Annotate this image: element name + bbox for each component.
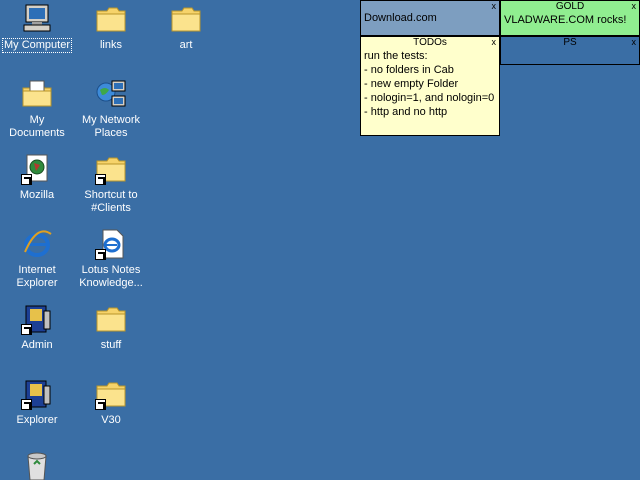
shortcut-arrow-icon [95, 174, 106, 185]
desktop-icon-art[interactable]: art [149, 3, 223, 52]
desktop-icon-my-network-places[interactable]: My Network Places [74, 78, 148, 140]
folder-icon [95, 3, 127, 35]
shortcut-arrow-icon [21, 174, 32, 185]
network-icon [95, 78, 127, 110]
admin-book-icon [21, 303, 53, 335]
desktop-icon-mozilla[interactable]: Mozilla [0, 153, 74, 202]
note-line: - http and no http [364, 106, 448, 118]
shortcut-arrow-icon [95, 399, 106, 410]
desktop-icon-my-computer[interactable]: My Computer [0, 3, 74, 53]
documents-folder-icon [21, 78, 53, 110]
note-line: - nologin=1, and nologin=0 [364, 92, 495, 104]
folder-icon [95, 303, 127, 335]
desktop-icon-recycle-bin[interactable] [0, 452, 74, 480]
desktop-icon-label: Lotus Notes Knowledge... [79, 264, 143, 289]
note-close-button[interactable]: x [632, 37, 637, 47]
desktop-icon-label: V30 [101, 414, 121, 426]
note-line: run the tests: [364, 50, 428, 62]
desktop-icon-lotus-notes[interactable]: Lotus Notes Knowledge... [74, 228, 148, 290]
desktop-icon-label: My Computer [1, 38, 73, 53]
note-body: Download.com [364, 12, 437, 24]
mozilla-icon [21, 153, 53, 185]
desktop-icon-my-documents[interactable]: My Documents [0, 78, 74, 140]
folder-icon [170, 3, 202, 35]
shortcut-arrow-icon [95, 249, 106, 260]
recycle-bin-icon [21, 452, 53, 480]
note-close-button[interactable]: x [492, 37, 497, 47]
sticky-note-download[interactable]: x Download.com [360, 0, 500, 36]
desktop-icon-label: Internet Explorer [16, 264, 58, 289]
desktop-icon-label: Mozilla [19, 189, 55, 201]
desktop-icon-label: stuff [100, 339, 122, 351]
note-body: VLADWARE.COM rocks! [504, 14, 627, 26]
note-line: - no folders in Cab [364, 64, 454, 76]
desktop-icon-label: art [179, 39, 193, 51]
desktop-icon-admin[interactable]: Admin [0, 303, 74, 352]
note-title: GOLD [555, 1, 585, 12]
note-title: TODOs [413, 37, 447, 48]
note-body: run the tests: - no folders in Cab - new… [361, 49, 499, 119]
desktop-icon-label: Shortcut to #Clients [84, 189, 138, 214]
desktop-icon-label: My Network Places [81, 114, 141, 139]
desktop-icon-explorer[interactable]: Explorer [0, 378, 74, 427]
desktop-icon-internet-explorer[interactable]: Internet Explorer [0, 228, 74, 290]
sticky-note-gold[interactable]: GOLD x VLADWARE.COM rocks! [500, 0, 640, 36]
sticky-note-todos[interactable]: TODOs x run the tests: - no folders in C… [360, 36, 500, 136]
desktop-icon-shortcut-to-clients[interactable]: Shortcut to #Clients [74, 153, 148, 215]
desktop-icon-links[interactable]: links [74, 3, 148, 52]
note-close-button[interactable]: x [632, 1, 637, 11]
desktop-icon-v30[interactable]: V30 [74, 378, 148, 427]
sticky-note-ps[interactable]: PS x [500, 36, 640, 65]
ie-icon [21, 228, 53, 260]
note-close-button[interactable]: x [492, 1, 497, 11]
desktop-icon-label: Admin [21, 339, 53, 351]
folder-icon [95, 153, 127, 185]
desktop-icon-stuff[interactable]: stuff [74, 303, 148, 352]
explorer-book-icon [21, 378, 53, 410]
desktop-icon-label: links [99, 39, 122, 51]
shortcut-arrow-icon [21, 399, 32, 410]
desktop-icon-label: Explorer [16, 414, 58, 426]
folder-icon [95, 378, 127, 410]
note-title: PS [563, 37, 577, 48]
note-line: - new empty Folder [364, 78, 459, 90]
shortcut-arrow-icon [21, 324, 32, 335]
computer-icon [21, 3, 53, 35]
lotus-notes-icon [95, 228, 127, 260]
desktop-icon-label: My Documents [9, 114, 65, 139]
